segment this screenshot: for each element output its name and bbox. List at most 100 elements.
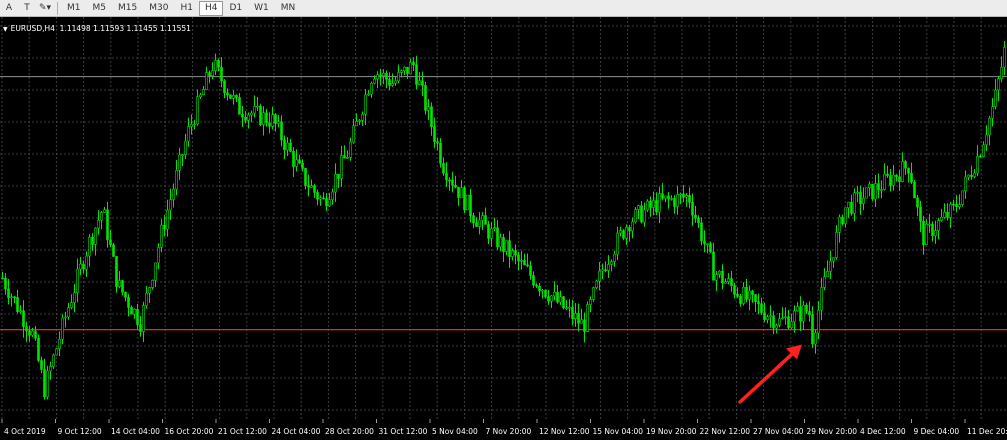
candle-body [523, 260, 526, 266]
candle-body [280, 121, 283, 141]
candle-body [370, 82, 373, 95]
candle-body [532, 275, 535, 286]
candle-body [661, 193, 664, 199]
candle-body [169, 199, 172, 211]
candle-body [685, 195, 688, 198]
candle-body [955, 204, 958, 208]
candle-body [817, 309, 820, 334]
candle-body [829, 260, 832, 272]
collapse-triangle-icon[interactable]: ▼ [3, 26, 8, 33]
candle-body [943, 211, 946, 218]
candle-body [319, 197, 322, 200]
x-tick-label: 24 Oct 04:00 [272, 427, 321, 436]
candle-body [874, 183, 877, 200]
candle-body [652, 200, 655, 208]
timeframe-mn-button[interactable]: MN [275, 1, 302, 16]
candle-body [961, 190, 964, 205]
candle-body [547, 296, 550, 302]
candle-body [526, 264, 529, 267]
candle-body [508, 240, 511, 257]
timeframe-h4-button[interactable]: H4 [198, 0, 224, 16]
timeframe-m1-button[interactable]: M1 [61, 1, 87, 16]
candle-body [997, 78, 1000, 91]
candlestick-chart[interactable]: 4 Oct 2019 9 Oct 12:00 14 Oct 04:00 16 Oct … [0, 17, 1007, 440]
candle-body [97, 219, 100, 229]
candle-body [268, 122, 271, 127]
candle-body [1000, 66, 1003, 79]
candle-body [592, 287, 595, 300]
candle-body [148, 287, 151, 294]
text-tool-icon[interactable]: A [0, 1, 18, 16]
candle-body [847, 201, 850, 209]
candle-body [904, 161, 907, 169]
candle-body [925, 224, 928, 245]
candle-body [562, 296, 565, 309]
candle-body [73, 292, 76, 303]
candle-body [472, 215, 475, 224]
candle-body [154, 262, 157, 281]
candle-body [100, 212, 103, 221]
x-tick-label: 11 Dec 20:00 [967, 427, 1007, 436]
candle-body [328, 199, 331, 207]
candle-body [940, 216, 943, 221]
candle-body [907, 167, 910, 174]
candle-body [631, 221, 634, 232]
candle-body [640, 205, 643, 223]
x-tick-label: 14 Oct 04:00 [111, 427, 160, 436]
candle-body [124, 291, 127, 298]
timeframe-w1-button[interactable]: W1 [248, 1, 275, 16]
candle-body [796, 306, 799, 312]
candle-body [778, 318, 781, 326]
candle-body [289, 142, 292, 152]
candle-body [958, 204, 961, 208]
candle-body [730, 278, 733, 286]
candle-body [76, 268, 79, 293]
candle-body [118, 280, 121, 287]
candle-body [934, 230, 937, 237]
candle-body [52, 354, 55, 367]
candle-body [694, 214, 697, 219]
candle-body [922, 220, 925, 245]
candle-body [256, 105, 259, 108]
candle-body [397, 72, 400, 82]
timeframe-m5-button[interactable]: M5 [87, 1, 113, 16]
candle-body [304, 168, 307, 186]
candle-body [109, 239, 112, 246]
candle-body [349, 141, 352, 158]
candle-body [787, 316, 790, 328]
candle-body [967, 174, 970, 178]
candle-body [466, 194, 469, 211]
timeframe-h1-button[interactable]: H1 [174, 1, 199, 16]
candle-body [973, 172, 976, 177]
candle-body [13, 296, 16, 299]
candle-body [358, 120, 361, 122]
candle-body [991, 106, 994, 119]
timeframe-m30-button[interactable]: M30 [143, 1, 174, 16]
chart-open: 1.11498 [59, 24, 91, 33]
x-tick-label: 28 Oct 20:00 [325, 427, 374, 436]
candle-body [862, 197, 865, 204]
candle-body [718, 270, 721, 275]
candle-body [832, 257, 835, 262]
text-label-tool-icon[interactable]: T [18, 1, 36, 16]
candle-body [709, 243, 712, 253]
chart-high: 1.11593 [93, 24, 125, 33]
candle-body [856, 191, 859, 194]
candle-body [172, 188, 175, 200]
candle-body [586, 304, 589, 332]
candle-body [880, 189, 883, 191]
candle-body [715, 274, 718, 281]
candle-body [844, 207, 847, 225]
candle-body [619, 230, 622, 234]
timeframe-m15-button[interactable]: M15 [112, 1, 143, 16]
candle-body [712, 251, 715, 281]
shapes-tool-icon[interactable]: ✎▾ [36, 1, 54, 16]
candle-body [505, 240, 508, 252]
candle-body [442, 163, 445, 174]
price-chart[interactable]: 4 Oct 2019 9 Oct 12:00 14 Oct 04:00 16 Oct … [0, 17, 1007, 440]
candle-body [283, 139, 286, 151]
candle-body [193, 123, 196, 126]
timeframe-d1-button[interactable]: D1 [223, 1, 248, 16]
candle-body [352, 125, 355, 143]
candle-body [31, 330, 34, 336]
